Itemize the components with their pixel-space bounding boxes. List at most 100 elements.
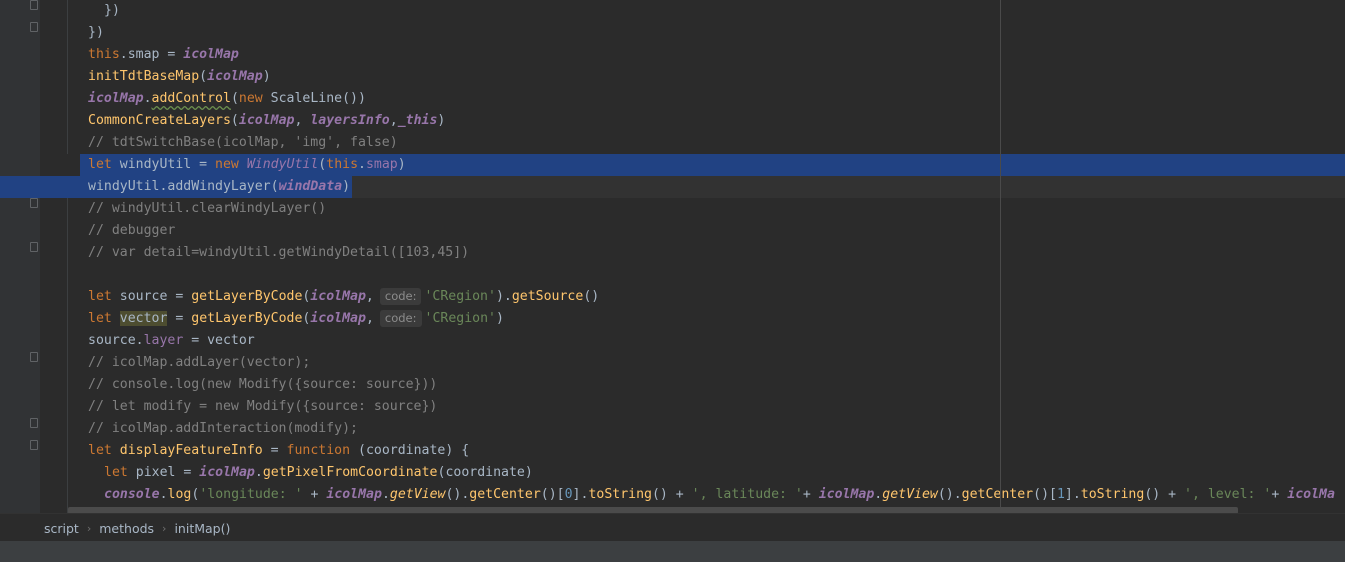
variable-icolmap: icolMap xyxy=(88,91,144,106)
code-token: + xyxy=(802,487,819,502)
code-line[interactable]: this.smap = icolMap xyxy=(0,44,1345,66)
string-literal: ', latitude: ' xyxy=(691,487,803,502)
code-token: . xyxy=(358,157,366,172)
code-line[interactable]: // let modify = new Modify({source: sour… xyxy=(0,396,1345,418)
code-line[interactable]: }) xyxy=(0,0,1345,22)
variable-icolmap: icolMa xyxy=(1287,487,1335,502)
code-line[interactable]: initTdtBaseMap(icolMap) xyxy=(0,66,1345,88)
keyword-let: let xyxy=(88,311,112,326)
variable-icolmap: icolMap xyxy=(326,487,382,502)
code-token: , xyxy=(294,113,311,128)
parameter-hint: code: xyxy=(379,310,422,327)
code-statement: windyUtil.addWindyLayer(windData) xyxy=(88,176,350,198)
code-token: ScaleLine()) xyxy=(262,91,366,106)
code-token: ) xyxy=(495,311,504,326)
code-comment: // windyUtil.clearWindyLayer() xyxy=(88,201,327,216)
code-line[interactable]: // console.log(new Modify({source: sourc… xyxy=(0,374,1345,396)
code-line[interactable]: }) xyxy=(0,22,1345,44)
code-statement: let windyUtil = new WindyUtil(this.smap) xyxy=(88,154,406,176)
fold-icon[interactable] xyxy=(30,440,38,450)
code-line[interactable]: // var detail=windyUtil.getWindyDetail([… xyxy=(0,242,1345,264)
code-token: ) xyxy=(437,113,446,128)
fold-icon[interactable] xyxy=(30,198,38,208)
fold-icon[interactable] xyxy=(30,0,38,10)
breadcrumb-item-initmap[interactable]: initMap() xyxy=(170,521,234,536)
code-statement: initTdtBaseMap(icolMap) xyxy=(88,66,271,88)
code-token: .smap = xyxy=(119,47,184,62)
variable-icolmap: icolMap xyxy=(310,311,366,326)
code-token: = xyxy=(262,443,287,458)
code-line[interactable]: let pixel = icolMap.getPixelFromCoordina… xyxy=(0,462,1345,484)
code-line-selected[interactable]: windyUtil.addWindyLayer(windData) xyxy=(0,176,1345,198)
code-statement: let source = getLayerByCode(icolMap, code… xyxy=(88,286,599,308)
function-call: getCenter xyxy=(961,487,1034,502)
function-call: getLayerByCode xyxy=(191,311,303,326)
code-line[interactable]: CommonCreateLayers(icolMap, layersInfo,_… xyxy=(0,110,1345,132)
keyword-let: let xyxy=(104,465,128,480)
code-statement: source.layer = vector xyxy=(88,330,255,352)
code-token: (coordinate) { xyxy=(350,443,470,458)
code-editor[interactable]: }) }) this.smap = icolMap initTdtBaseMap… xyxy=(0,0,1345,513)
code-token: + xyxy=(1271,487,1288,502)
fold-icon[interactable] xyxy=(30,418,38,428)
function-call: CommonCreateLayers xyxy=(88,113,231,128)
code-statement: icolMap.addControl(new ScaleLine()) xyxy=(88,88,366,110)
gutter-background xyxy=(0,154,80,176)
fold-icon[interactable] xyxy=(30,22,38,32)
code-line[interactable]: // icolMap.addLayer(vector); xyxy=(0,352,1345,374)
keyword-new: new xyxy=(215,157,239,172)
right-margin-guide xyxy=(1000,0,1001,513)
code-line-empty[interactable] xyxy=(0,264,1345,286)
code-line[interactable]: let displayFeatureInfo = function (coord… xyxy=(0,440,1345,462)
function-call: getView xyxy=(389,487,446,502)
code-token: ( xyxy=(230,91,239,106)
function-call: log xyxy=(167,487,192,502)
code-line-selected[interactable]: let windyUtil = new WindyUtil(this.smap) xyxy=(0,154,1345,176)
code-comment: // let modify = new Modify({source: sour… xyxy=(88,399,438,414)
function-call: getView xyxy=(882,487,938,502)
code-token: . xyxy=(381,487,390,502)
code-statement: CommonCreateLayers(icolMap, layersInfo,_… xyxy=(88,110,445,132)
keyword-let: let xyxy=(88,157,112,172)
code-line[interactable]: // tdtSwitchBase(icolMap, 'img', false) xyxy=(0,132,1345,154)
breadcrumb-item-script[interactable]: script xyxy=(40,521,83,536)
code-token: windyUtil.addWindyLayer( xyxy=(88,179,279,194)
string-literal: 'longitude: ' xyxy=(199,487,303,502)
code-line[interactable]: let source = getLayerByCode(icolMap, code… xyxy=(0,286,1345,308)
code-token: , xyxy=(365,311,374,326)
code-token: ( xyxy=(199,69,208,84)
code-lines: }) }) this.smap = icolMap initTdtBaseMap… xyxy=(0,0,1345,506)
global-console: console xyxy=(104,487,160,502)
fold-icon[interactable] xyxy=(30,242,38,252)
code-line[interactable]: let vector = getLayerByCode(icolMap, code… xyxy=(0,308,1345,330)
breadcrumb-item-methods[interactable]: methods xyxy=(95,521,158,536)
code-comment: // console.log(new Modify({source: sourc… xyxy=(88,377,438,392)
parameter-hint: code: xyxy=(379,288,422,305)
keyword-this: this xyxy=(326,157,359,172)
code-token: . xyxy=(143,91,152,106)
code-token: source = xyxy=(111,289,192,304)
function-call: initTdtBaseMap xyxy=(88,69,200,84)
code-statement: let displayFeatureInfo = function (coord… xyxy=(88,440,469,462)
code-line[interactable]: // icolMap.addInteraction(modify); xyxy=(0,418,1345,440)
function-name: displayFeatureInfo xyxy=(119,443,263,458)
code-line[interactable]: // debugger xyxy=(0,220,1345,242)
code-comment: // icolMap.addInteraction(modify); xyxy=(88,421,358,436)
code-token: . xyxy=(159,487,168,502)
keyword-let: let xyxy=(88,289,112,304)
code-line[interactable]: icolMap.addControl(new ScaleLine()) xyxy=(0,88,1345,110)
variable-this: _this xyxy=(397,113,438,128)
code-line[interactable]: source.layer = vector xyxy=(0,330,1345,352)
code-token: ). xyxy=(495,289,512,304)
keyword-function: function xyxy=(286,443,351,458)
number-literal: 1 xyxy=(1056,487,1065,502)
keyword-new: new xyxy=(238,91,263,106)
string-literal: 'CRegion' xyxy=(424,289,496,304)
code-line[interactable]: console.log('longitude: ' + icolMap.getV… xyxy=(0,484,1345,506)
code-token: = vector xyxy=(183,333,255,348)
code-token: . xyxy=(254,465,263,480)
fold-icon[interactable] xyxy=(30,352,38,362)
code-statement: let vector = getLayerByCode(icolMap, code… xyxy=(88,308,504,330)
code-line[interactable]: // windyUtil.clearWindyLayer() xyxy=(0,198,1345,220)
code-statement: console.log('longitude: ' + icolMap.getV… xyxy=(104,484,1335,506)
